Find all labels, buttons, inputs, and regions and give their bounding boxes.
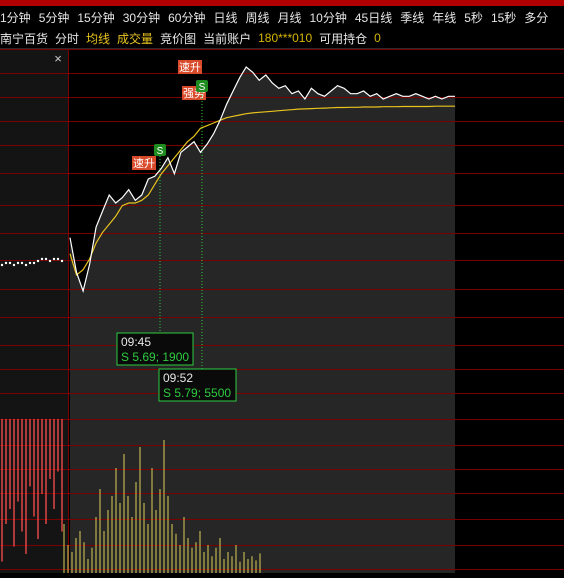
sell-marker-2: S [199,82,206,93]
tab-11[interactable]: 年线 [428,9,460,26]
pre-market-dot [40,257,44,261]
hold-value: 0 [374,31,381,45]
pre-market-dot [60,259,64,263]
pre-market-dot [24,263,28,267]
tab-10[interactable]: 季线 [396,9,428,26]
tab-12[interactable]: 5秒 [460,9,487,26]
account-value: 180***010 [258,31,313,45]
volume-toggle[interactable]: 成交量 [117,30,153,47]
chart-area[interactable]: 速升 速升 强势 S S 09:45 S 5.69; 1900 09:52 S 5.79; 5… [0,49,564,573]
pre-market-dot [16,261,20,265]
tag-speed-up-2: 速升 [179,61,201,74]
sell-marker-1: S [157,146,164,157]
pre-market-dot [12,263,16,267]
stock-name[interactable]: 南宁百货 [0,30,48,47]
tab-9[interactable]: 45日线 [351,9,396,26]
tooltip-detail: S 5.69; 1900 [121,350,189,364]
pre-market-dot [44,257,48,261]
pre-market-dot [28,261,32,265]
tab-14[interactable]: 多分 [520,9,552,26]
account-label: 当前账户 [203,31,252,46]
pre-market-dot [0,263,4,267]
mode-label[interactable]: 分时 [55,30,79,47]
pre-market-dot [56,257,60,261]
tab-3[interactable]: 30分钟 [119,9,164,26]
tooltip-time: 09:45 [121,335,151,349]
pre-market-dot [52,257,56,261]
avg-line-toggle[interactable]: 均线 [86,30,110,47]
tab-13[interactable]: 15秒 [487,9,520,26]
pre-market-dot [48,259,52,263]
tab-7[interactable]: 月线 [273,9,305,26]
tag-speed-up-1: 速升 [133,157,155,170]
auction-toggle[interactable]: 竞价图 [160,30,196,47]
close-icon[interactable]: × [54,51,62,66]
pre-market-dot [20,261,24,265]
tab-5[interactable]: 日线 [209,9,241,26]
period-tabs: 1分钟 5分钟 15分钟 30分钟 60分钟 日线 周线 月线 10分钟 45日线 季线 年线 5秒 15… [0,6,564,28]
intraday-chart[interactable]: 速升速升强势SS 09:45S 5.69; 190009:52S 5.79; 5… [0,49,564,573]
hold-label: 可用持仓 [319,31,368,46]
tooltip-detail: S 5.79; 5500 [163,386,231,400]
pre-market-dot [36,259,40,263]
tooltip-time: 09:52 [163,371,193,385]
pre-market-dot [4,261,8,265]
tab-6[interactable]: 周线 [241,9,273,26]
tab-0[interactable]: 1分钟 [0,9,35,26]
pre-market-dot [8,261,12,265]
pre-market-dot [32,261,36,265]
info-bar: 南宁百货 分时 均线 成交量 竞价图 当前账户 180***010 可用持仓 0 [0,28,564,49]
tab-1[interactable]: 5分钟 [35,9,74,26]
tab-8[interactable]: 10分钟 [306,9,351,26]
tab-2[interactable]: 15分钟 [73,9,118,26]
tab-4[interactable]: 60分钟 [164,9,209,26]
